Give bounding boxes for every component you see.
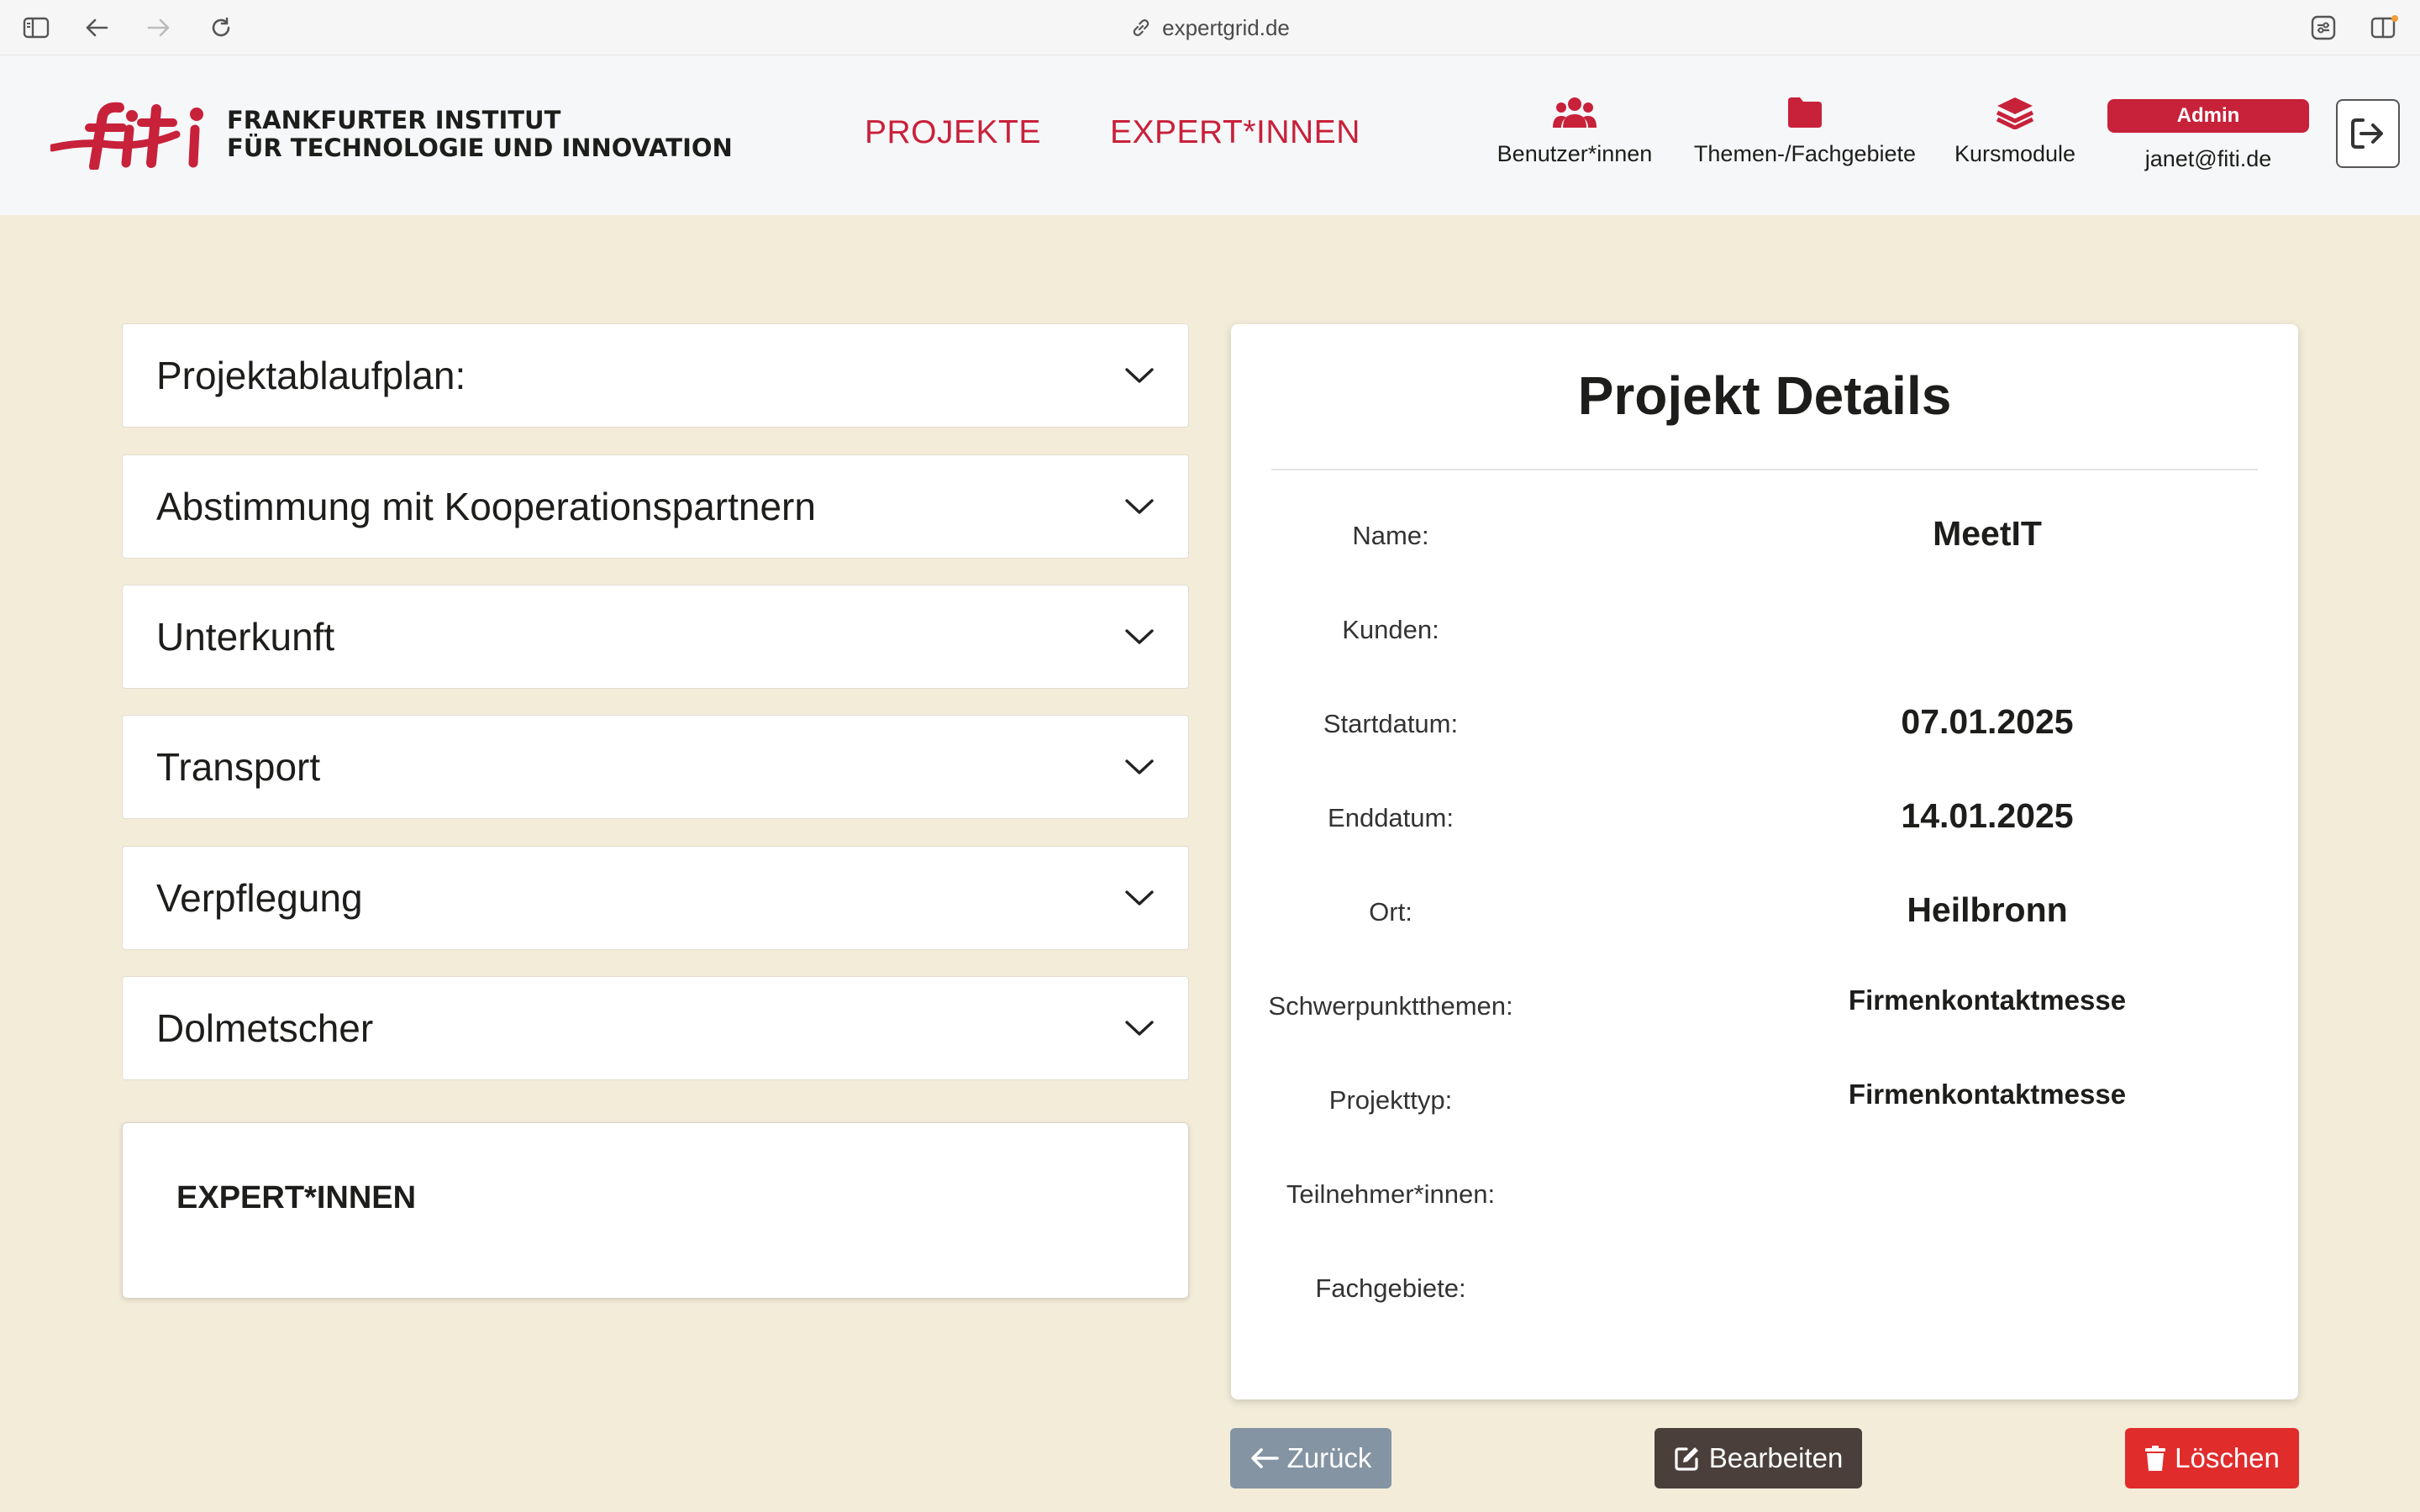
- detail-value: 07.01.2025: [1901, 702, 2074, 741]
- detail-label: Enddatum:: [1328, 803, 1454, 832]
- fiti-logo-mark: [50, 102, 203, 170]
- arrow-left-icon: [1250, 1448, 1279, 1468]
- detail-value: Heilbronn: [1907, 890, 2068, 929]
- accordion-transport[interactable]: Transport: [122, 715, 1189, 819]
- nav-experts[interactable]: EXPERT*INNEN: [1110, 114, 1360, 151]
- back-button-label: Zurück: [1286, 1442, 1372, 1473]
- accordion-kooperationspartner[interactable]: Abstimmung mit Kooperationspartnern: [122, 454, 1189, 559]
- detail-row-ort: Ort: Heilbronn: [1231, 885, 2298, 936]
- app-header: FRANKFURTER INSTITUT FÜR TECHNOLOGIE UND…: [0, 55, 2420, 215]
- users-icon: [1553, 97, 1597, 128]
- user-info: Admin janet@fiti.de: [2107, 99, 2309, 172]
- edit-icon: [1675, 1447, 1698, 1471]
- detail-label: Schwerpunktthemen:: [1268, 991, 1513, 1021]
- details-divider: [1271, 469, 2258, 470]
- nav-users-label: Benutzer*innen: [1497, 141, 1653, 166]
- detail-row-fachgebiete: Fachgebiete:: [1231, 1262, 2298, 1312]
- detail-label: Fachgebiete:: [1315, 1273, 1466, 1303]
- detail-row-schwerpunktthemen: Schwerpunktthemen: Firmenkontaktmesse: [1231, 979, 2298, 1030]
- accordion-dolmetscher[interactable]: Dolmetscher: [122, 976, 1189, 1080]
- accordion-title: Unterkunft: [156, 615, 335, 659]
- details-title: Projekt Details: [1577, 365, 1952, 426]
- detail-label: Startdatum:: [1323, 709, 1459, 738]
- logo-text: FRANKFURTER INSTITUT FÜR TECHNOLOGIE UND…: [227, 107, 733, 162]
- detail-label: Kunden:: [1342, 615, 1439, 644]
- fiti-logo[interactable]: FRANKFURTER INSTITUT FÜR TECHNOLOGIE UND…: [50, 99, 733, 170]
- nav-topics[interactable]: Themen-/Fachgebiete: [1685, 96, 1925, 167]
- detail-row-teilnehmer: Teilnehmer*innen:: [1231, 1168, 2298, 1218]
- logo-line-1: FRANKFURTER INSTITUT: [227, 106, 561, 134]
- folder-icon: [1788, 97, 1822, 128]
- link-icon: [1133, 19, 1150, 36]
- nav-users[interactable]: Benutzer*innen: [1491, 96, 1659, 167]
- browser-toolbar: expertgrid.de: [0, 0, 2420, 55]
- delete-button[interactable]: Löschen: [2125, 1428, 2299, 1488]
- chevron-down-icon: [1125, 759, 1154, 774]
- detail-value: Firmenkontaktmesse: [1848, 1079, 2127, 1110]
- detail-row-projekttyp: Projekttyp: Firmenkontaktmesse: [1231, 1074, 2298, 1124]
- detail-value: MeetIT: [1933, 514, 2042, 553]
- nav-courses-label: Kursmodule: [1954, 141, 2076, 166]
- chevron-down-icon: [1125, 368, 1154, 383]
- accordion-title: Dolmetscher: [156, 1006, 374, 1050]
- accordion-title: Projektablaufplan:: [156, 354, 466, 397]
- split-view-icon[interactable]: [2368, 12, 2400, 44]
- edit-button-label: Bearbeiten: [1708, 1442, 1844, 1473]
- logout-icon: [2351, 118, 2383, 149]
- detail-row-enddatum: Enddatum: 14.01.2025: [1231, 791, 2298, 842]
- accordion-title: Transport: [156, 745, 321, 789]
- layers-icon: [1996, 97, 2034, 129]
- back-button[interactable]: Zurück: [1230, 1428, 1392, 1488]
- extension-icon[interactable]: [2307, 12, 2339, 44]
- logo-line-2: FÜR TECHNOLOGIE UND INNOVATION: [227, 134, 733, 162]
- project-details-card: Projekt Details Name: MeetIT Kunden: Sta…: [1231, 324, 2298, 1399]
- detail-value: Firmenkontaktmesse: [1848, 984, 2127, 1016]
- accordion-projektablaufplan[interactable]: Projektablaufplan:: [122, 323, 1189, 428]
- chevron-down-icon: [1125, 629, 1154, 644]
- chevron-down-icon: [1125, 499, 1154, 514]
- edit-button[interactable]: Bearbeiten: [1655, 1428, 1862, 1488]
- accordion-title: Abstimmung mit Kooperationspartnern: [156, 485, 816, 528]
- delete-button-label: Löschen: [2175, 1442, 2280, 1473]
- detail-label: Ort:: [1369, 897, 1413, 927]
- detail-row-startdatum: Startdatum: 07.01.2025: [1231, 697, 2298, 748]
- user-email: janet@fiti.de: [2144, 146, 2272, 171]
- nav-projects[interactable]: PROJEKTE: [865, 114, 1041, 151]
- url-text: expertgrid.de: [1162, 14, 1290, 40]
- detail-label: Teilnehmer*innen:: [1286, 1179, 1496, 1209]
- detail-row-name: Name: MeetIT: [1231, 509, 2298, 559]
- detail-row-kunden: Kunden:: [1231, 603, 2298, 654]
- experts-title: EXPERT*INNEN: [176, 1180, 417, 1215]
- detail-label: Name:: [1352, 521, 1429, 550]
- chevron-down-icon: [1125, 1021, 1154, 1036]
- accordion-unterkunft[interactable]: Unterkunft: [122, 585, 1189, 689]
- accordion-verpflegung[interactable]: Verpflegung: [122, 846, 1189, 950]
- trash-icon: [2145, 1446, 2166, 1471]
- detail-label: Projekttyp:: [1328, 1085, 1453, 1115]
- chevron-down-icon: [1125, 890, 1154, 906]
- accordion-title: Verpflegung: [156, 876, 363, 920]
- nav-topics-label: Themen-/Fachgebiete: [1693, 141, 1917, 166]
- nav-courses[interactable]: Kursmodule: [1948, 96, 2082, 167]
- address-bar[interactable]: expertgrid.de: [0, 12, 2420, 44]
- detail-value: 14.01.2025: [1901, 796, 2074, 835]
- role-badge: Admin: [2107, 99, 2309, 133]
- experts-card: EXPERT*INNEN: [122, 1122, 1189, 1299]
- logout-button[interactable]: [2336, 99, 2400, 168]
